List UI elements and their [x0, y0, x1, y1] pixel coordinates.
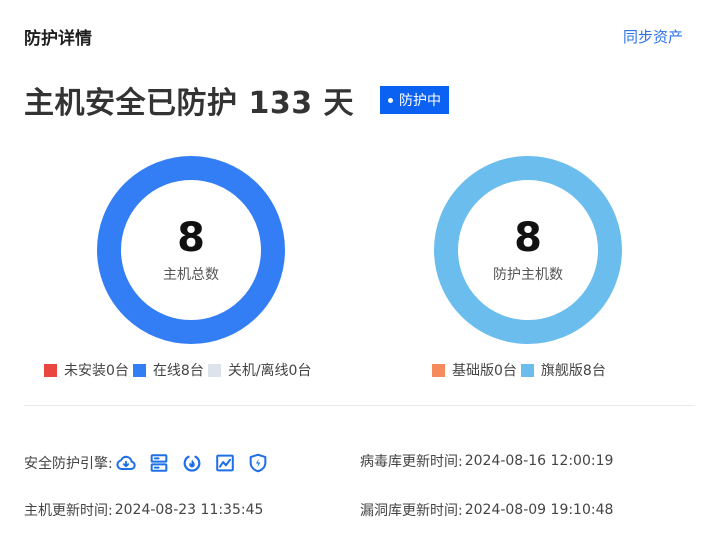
protection-days-text: 主机安全已防护 133 天 — [24, 86, 355, 121]
section-divider — [24, 405, 695, 406]
legend-label: 基础版0台 — [452, 363, 517, 379]
vuln-db-update-row: 漏洞库更新时间: 2024-08-09 19:10:48 — [360, 500, 613, 520]
total-hosts-center: 8 主机总数 — [96, 155, 286, 345]
panel-title: 防护详情 — [24, 29, 92, 49]
status-badge: 防护中 — [380, 86, 450, 114]
legend-item-not-installed: 未安装0台 — [44, 360, 129, 380]
host-update-row: 主机更新时间: 2024-08-23 11:35:45 — [24, 500, 263, 520]
vuln-db-update-value: 2024-08-09 19:10:48 — [464, 502, 614, 518]
virus-db-update-label: 病毒库更新时间: — [360, 454, 463, 470]
server-icon[interactable] — [148, 452, 170, 474]
panel-header: 防护详情 同步资产 — [24, 24, 683, 49]
legend-item-online: 在线8台 — [132, 360, 204, 380]
virus-db-update-value: 2024-08-16 12:00:19 — [464, 453, 614, 469]
legend-item-offline: 关机/离线0台 — [207, 360, 312, 380]
protection-edition-legend: 基础版0台 旗舰版8台 — [432, 360, 610, 380]
cloud-icon[interactable] — [115, 452, 137, 474]
legend-swatch — [44, 363, 57, 377]
host-update-label: 主机更新时间: — [24, 503, 113, 519]
total-hosts-label: 主机总数 — [163, 267, 219, 283]
protected-hosts-label: 防护主机数 — [493, 267, 563, 283]
protected-hosts-center: 8 防护主机数 — [433, 155, 623, 345]
status-dot-icon — [388, 97, 394, 103]
legend-label: 在线8台 — [152, 363, 204, 379]
total-hosts-value: 8 — [177, 215, 205, 261]
virus-db-update-row: 病毒库更新时间: 2024-08-16 12:00:19 — [360, 451, 613, 471]
protection-headline: 主机安全已防护 133 天 防护中 — [24, 80, 450, 121]
legend-swatch — [432, 363, 445, 377]
sync-assets-link[interactable]: 同步资产 — [623, 26, 683, 47]
host-update-value: 2024-08-23 11:35:45 — [114, 502, 264, 518]
total-hosts-donut: 8 主机总数 — [96, 155, 286, 345]
status-badge-label: 防护中 — [399, 93, 442, 109]
monitor-chart-icon[interactable] — [214, 452, 236, 474]
host-status-legend: 未安装0台 在线8台 关机/离线0台 — [44, 360, 315, 380]
protected-hosts-donut: 8 防护主机数 — [433, 155, 623, 345]
legend-label: 关机/离线0台 — [227, 363, 312, 379]
legend-item-basic: 基础版0台 — [432, 360, 517, 380]
legend-swatch — [520, 363, 534, 377]
engine-icons — [115, 452, 269, 474]
vuln-db-update-label: 漏洞库更新时间: — [360, 503, 463, 519]
legend-label: 旗舰版8台 — [540, 363, 606, 379]
protected-hosts-value: 8 — [514, 215, 542, 261]
shield-icon[interactable] — [247, 452, 269, 474]
legend-swatch — [207, 363, 221, 377]
flame-icon[interactable] — [181, 452, 203, 474]
security-engines-label: 安全防护引擎: — [24, 456, 113, 472]
legend-label: 未安装0台 — [64, 363, 129, 379]
legend-swatch — [132, 363, 146, 377]
security-engines-row: 安全防护引擎: — [24, 452, 269, 474]
legend-item-flagship: 旗舰版8台 — [520, 360, 606, 380]
